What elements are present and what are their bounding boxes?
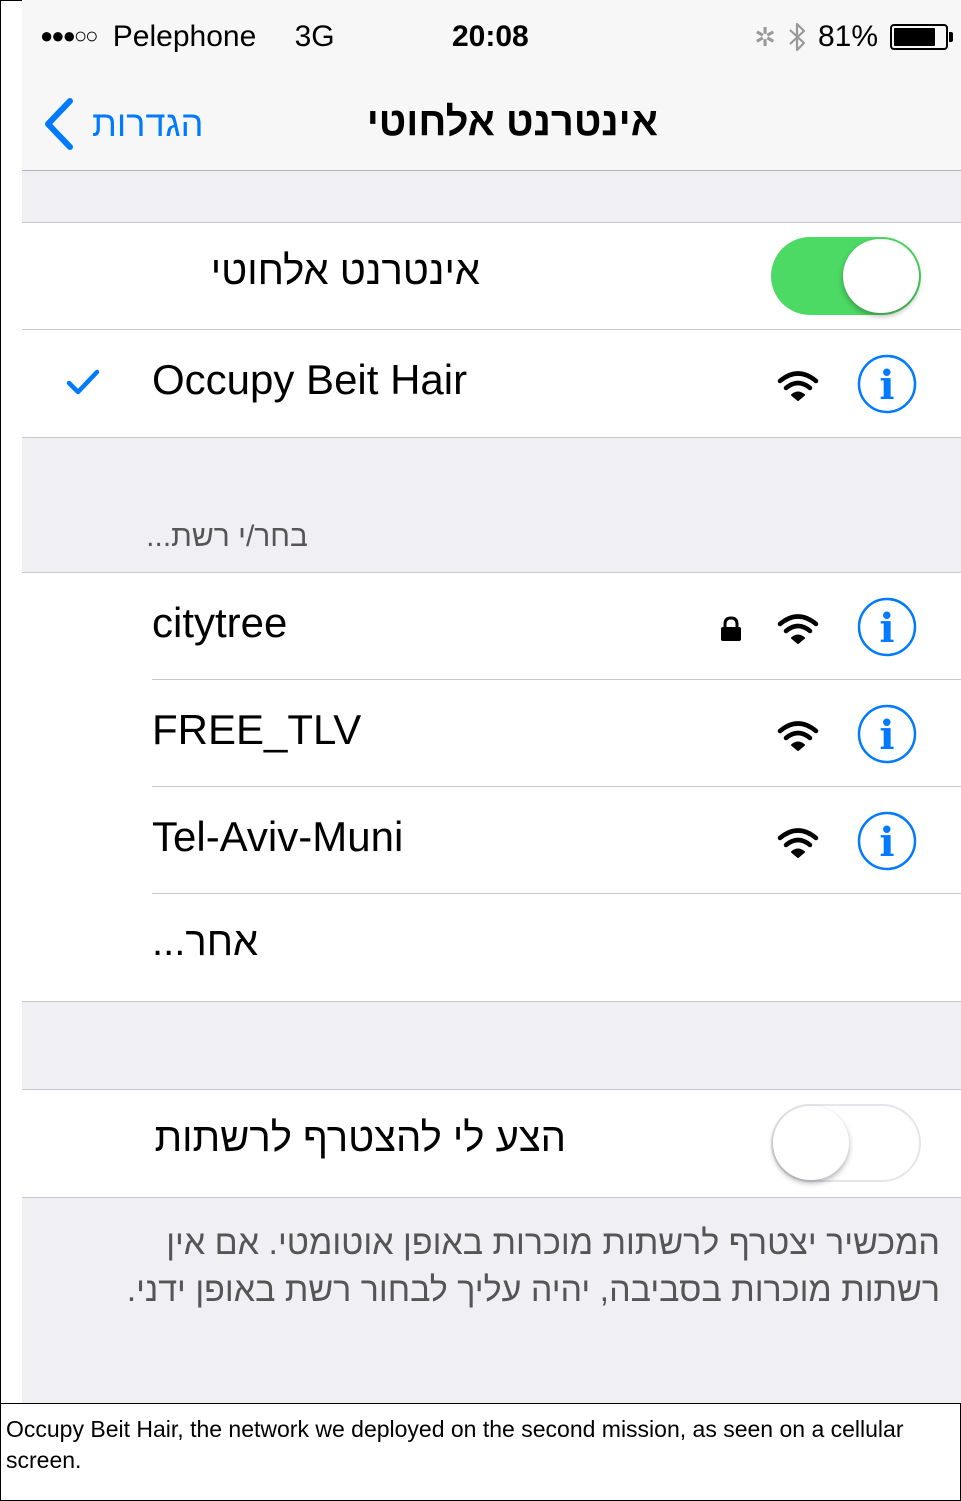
checkmark-icon <box>66 369 100 395</box>
battery-fill <box>894 28 935 46</box>
info-icon[interactable]: i <box>856 353 918 415</box>
carrier-name: Pelephone <box>112 20 257 53</box>
wifi-group: אינטרנט אלחוטי Occupy Beit Hair i <box>22 222 961 438</box>
network-row-tel-aviv-muni[interactable]: Tel-Aviv-Muni i <box>22 787 961 894</box>
info-icon[interactable]: i <box>856 596 918 658</box>
wifi-signal-icon <box>777 614 819 644</box>
wifi-toggle-row: אינטרנט אלחוטי <box>22 223 961 330</box>
wifi-signal-icon <box>777 371 819 401</box>
wifi-toggle-label: אינטרנט אלחוטי <box>210 249 480 293</box>
battery-percent: 81% <box>817 20 878 53</box>
toggle-knob <box>773 1106 849 1180</box>
toggle-knob <box>843 239 919 313</box>
back-button[interactable]: הגדרות <box>42 94 203 154</box>
status-bar-right: ✲ 81% <box>754 20 953 54</box>
wifi-toggle-switch[interactable] <box>771 237 921 315</box>
svg-text:i: i <box>879 819 894 866</box>
ask-to-join-group: הצע לי להצטרף לרשתות <box>22 1089 961 1198</box>
network-row-free-tlv[interactable]: FREE_TLV i <box>22 680 961 787</box>
connected-network-name: Occupy Beit Hair <box>152 356 468 403</box>
network-row-citytree[interactable]: citytree i <box>22 573 961 680</box>
status-bar-left: ●●●○○ Pelephone 3G <box>40 20 335 54</box>
phone-screen: ●●●○○ Pelephone 3G 20:08 ✲ 81% הגדרות אי… <box>22 0 961 1403</box>
footer-note: המכשיר יצטרף לרשתות מוכרות באופן אוטומטי… <box>126 1224 940 1309</box>
network-name: citytree <box>152 599 288 646</box>
wifi-signal-icon <box>777 828 819 858</box>
activity-spinner-icon: ✲ <box>754 21 776 52</box>
network-name: Tel-Aviv-Muni <box>152 813 404 860</box>
signal-strength-icon: ●●●○○ <box>40 23 98 48</box>
ask-to-join-label: הצע לי להצטרף לרשתות <box>154 1116 566 1160</box>
battery-icon <box>890 24 953 50</box>
svg-text:i: i <box>879 712 894 759</box>
figure-caption: Occupy Beit Hair, the network we deploye… <box>0 1403 961 1501</box>
lock-icon <box>721 616 741 641</box>
network-type: 3G <box>294 20 335 53</box>
network-name: FREE_TLV <box>152 706 362 753</box>
status-time: 20:08 <box>452 20 529 53</box>
connected-network-row[interactable]: Occupy Beit Hair i <box>22 330 961 437</box>
ask-to-join-row: הצע לי להצטרף לרשתות <box>22 1090 961 1197</box>
page-title: אינטרנט אלחוטי <box>366 100 658 144</box>
back-button-label: הגדרות <box>92 103 204 144</box>
chevron-left-icon <box>45 98 73 150</box>
ask-to-join-switch[interactable] <box>771 1104 921 1182</box>
network-list: citytree i FREE_TLV i Tel-Aviv-Muni i אח… <box>22 572 961 1002</box>
wifi-signal-icon <box>777 721 819 751</box>
bluetooth-icon <box>789 22 806 52</box>
svg-text:i: i <box>879 362 894 409</box>
choose-network-header: בחר/י רשת... <box>146 520 308 553</box>
other-network-row[interactable]: אחר... <box>22 894 961 1001</box>
status-bar: ●●●○○ Pelephone 3G 20:08 ✲ 81% <box>22 0 961 80</box>
other-network-label: אחר... <box>152 920 259 964</box>
info-icon[interactable]: i <box>856 810 918 872</box>
info-icon[interactable]: i <box>856 703 918 765</box>
svg-text:i: i <box>879 605 894 652</box>
navigation-bar: הגדרות אינטרנט אלחוטי <box>22 80 961 171</box>
